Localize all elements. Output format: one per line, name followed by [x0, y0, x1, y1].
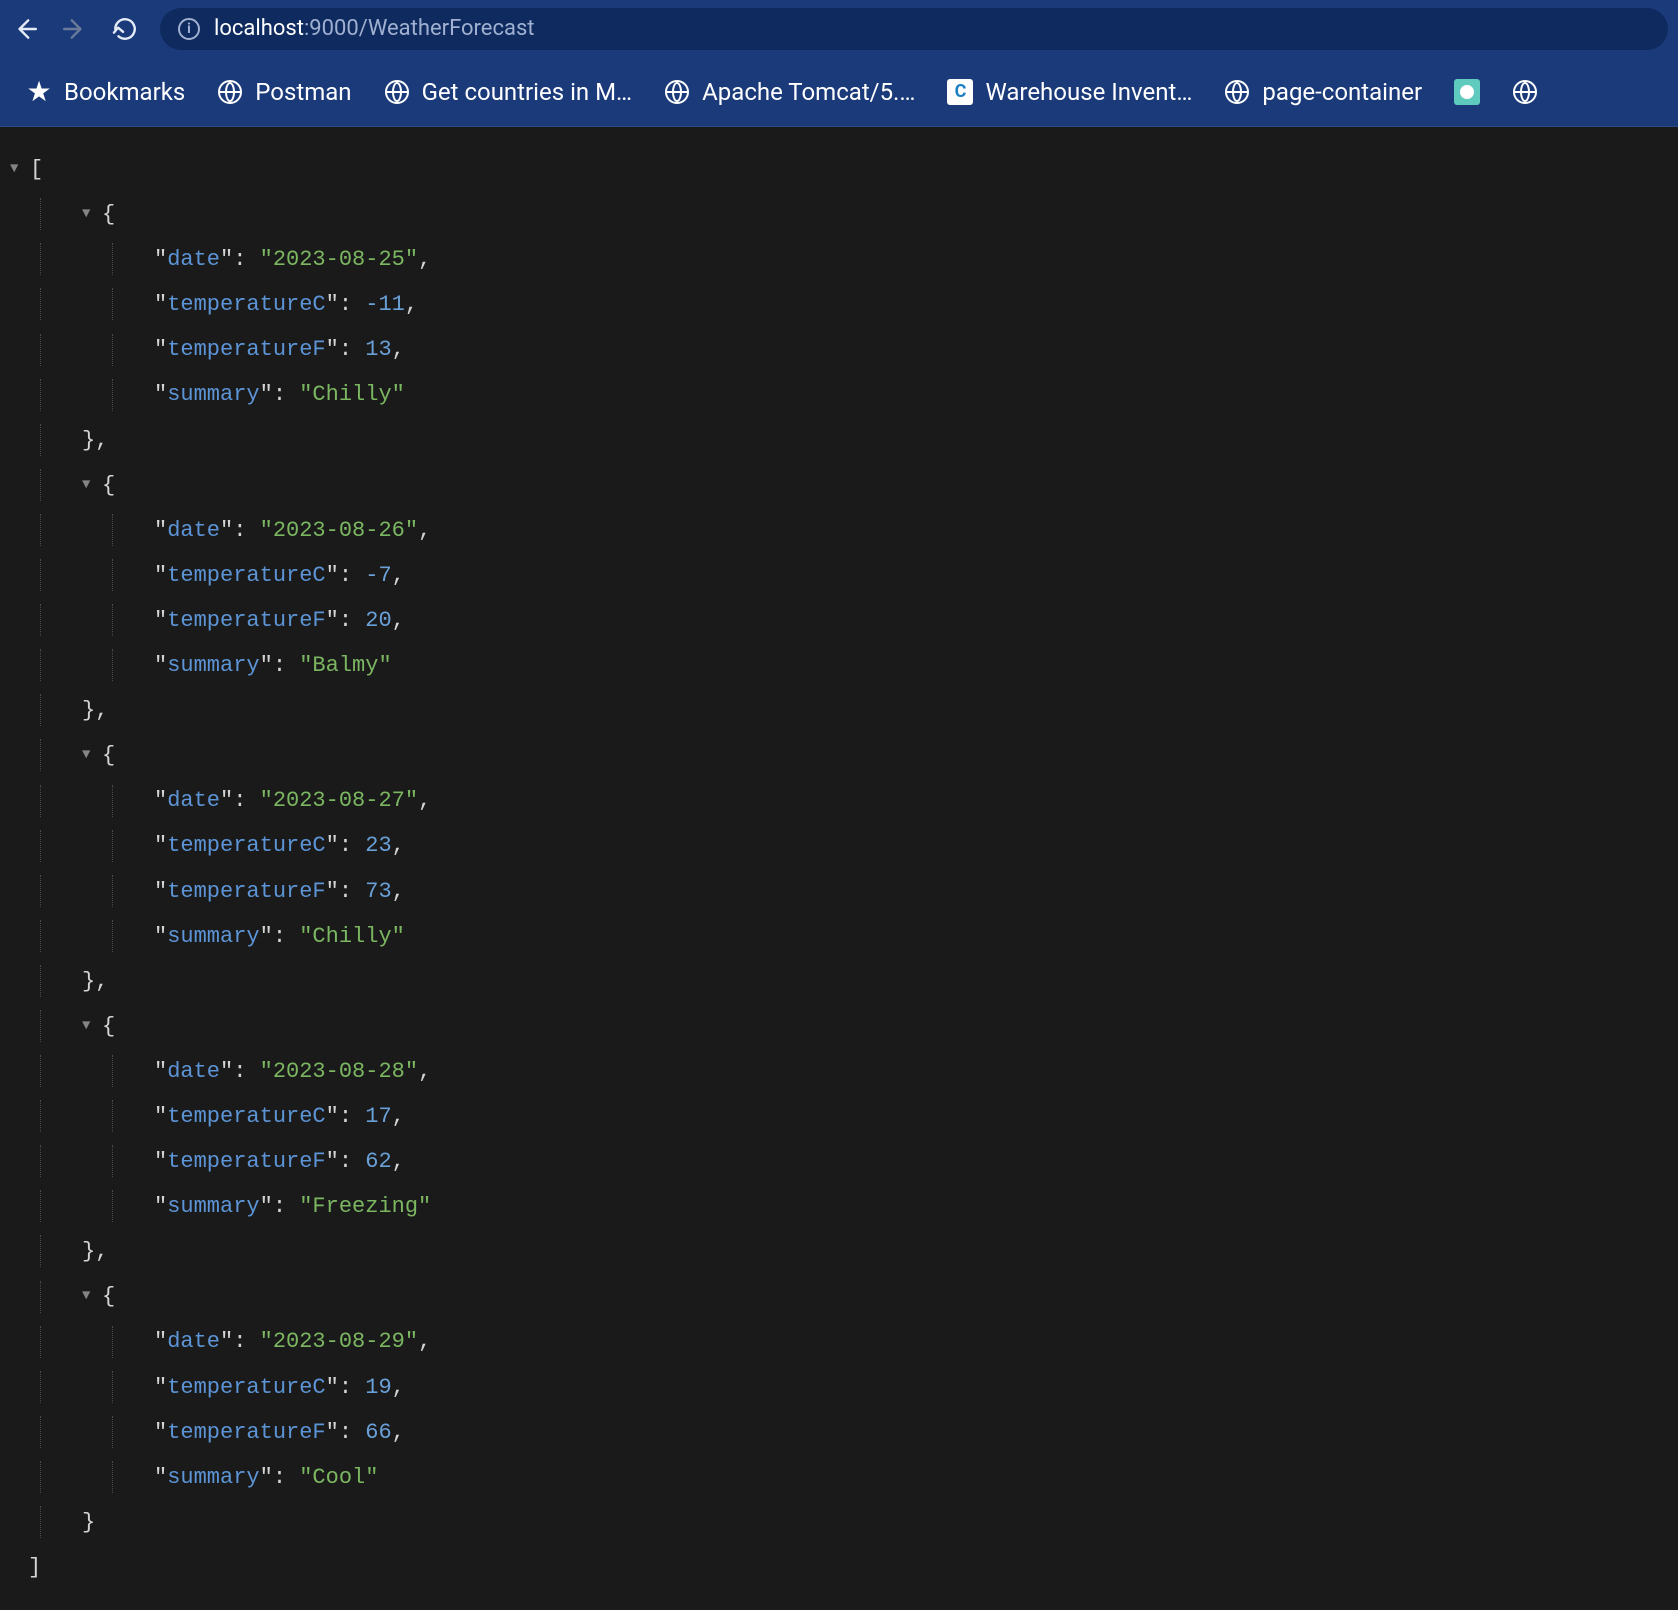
json-string-value: "2023-08-25" [260, 247, 418, 272]
bookmark-label: Get countries in M… [422, 78, 633, 106]
json-array-open: [ [30, 157, 43, 182]
json-object-open: { [102, 1014, 115, 1039]
json-number-value: 66 [365, 1420, 391, 1445]
globe-icon [1512, 79, 1538, 105]
json-number-value: 73 [365, 879, 391, 904]
json-key: temperatureC [167, 1104, 325, 1129]
url-text: localhost:9000/WeatherForecast [214, 16, 535, 41]
globe-icon [664, 79, 690, 105]
bookmark-warehouse-invent[interactable]: C Warehouse Invent… [935, 72, 1204, 112]
collapse-toggle-icon[interactable]: ▼ [10, 155, 28, 184]
json-number-value: 23 [365, 833, 391, 858]
bookmark-page-container[interactable]: page-container [1212, 72, 1434, 112]
json-key: summary [167, 382, 259, 407]
json-key: temperatureC [167, 833, 325, 858]
json-string-value: "Balmy" [299, 653, 391, 678]
bookmark-label: Bookmarks [64, 78, 185, 106]
bookmark-label: Postman [255, 78, 351, 106]
json-key: temperatureF [167, 337, 325, 362]
json-object-open: { [102, 1284, 115, 1309]
json-key: date [167, 1329, 220, 1354]
json-array-close: ] [28, 1555, 41, 1580]
json-number-value: 19 [365, 1375, 391, 1400]
json-number-value: -11 [365, 292, 405, 317]
json-object-close: }, [82, 1239, 108, 1264]
collapse-toggle-icon[interactable]: ▼ [82, 200, 100, 229]
json-key: summary [167, 1194, 259, 1219]
json-key: temperatureF [167, 1149, 325, 1174]
bookmark-label: page-container [1262, 78, 1422, 106]
site-info-icon[interactable]: i [178, 18, 200, 40]
star-icon: ★ [26, 79, 52, 105]
back-button[interactable] [10, 14, 40, 44]
json-key: summary [167, 1465, 259, 1490]
bookmark-icon-only-1[interactable] [1442, 73, 1492, 111]
json-number-value: 17 [365, 1104, 391, 1129]
json-string-value: "2023-08-26" [260, 518, 418, 543]
reload-icon [112, 16, 138, 42]
bookmark-get-countries[interactable]: Get countries in M… [372, 72, 645, 112]
json-number-value: 20 [365, 608, 391, 633]
bookmarks-bar: ★ Bookmarks Postman Get countries in M… … [0, 57, 1678, 127]
json-key: temperatureF [167, 1420, 325, 1445]
collapse-toggle-icon[interactable]: ▼ [82, 741, 100, 770]
bookmark-bookmarks[interactable]: ★ Bookmarks [14, 72, 197, 112]
json-key: temperatureC [167, 1375, 325, 1400]
json-key: date [167, 518, 220, 543]
bookmark-label: Warehouse Invent… [985, 78, 1192, 106]
json-object-open: { [102, 202, 115, 227]
collapse-toggle-icon[interactable]: ▼ [82, 1282, 100, 1311]
json-object-close: }, [82, 969, 108, 994]
collapse-toggle-icon[interactable]: ▼ [82, 471, 100, 500]
json-key: temperatureF [167, 879, 325, 904]
json-string-value: "Chilly" [299, 382, 405, 407]
bookmark-label: Apache Tomcat/5.… [702, 78, 915, 106]
bookmark-icon-only-2[interactable] [1500, 73, 1550, 111]
json-key: temperatureF [167, 608, 325, 633]
json-number-value: -7 [365, 563, 391, 588]
browser-toolbar: i localhost:9000/WeatherForecast [0, 0, 1678, 57]
json-key: summary [167, 653, 259, 678]
app-icon: C [947, 79, 973, 105]
json-object-open: { [102, 473, 115, 498]
arrow-left-icon [12, 16, 38, 42]
json-string-value: "2023-08-28" [260, 1059, 418, 1084]
globe-icon [384, 79, 410, 105]
json-key: temperatureC [167, 292, 325, 317]
json-key: temperatureC [167, 563, 325, 588]
collapse-toggle-icon[interactable]: ▼ [82, 1012, 100, 1041]
json-string-value: "2023-08-27" [260, 788, 418, 813]
bookmark-postman[interactable]: Postman [205, 72, 363, 112]
json-key: date [167, 788, 220, 813]
json-number-value: 13 [365, 337, 391, 362]
globe-icon [217, 79, 243, 105]
json-string-value: "Chilly" [299, 924, 405, 949]
address-bar[interactable]: i localhost:9000/WeatherForecast [160, 8, 1668, 50]
arrow-right-icon [62, 16, 88, 42]
json-object-close: }, [82, 698, 108, 723]
json-key: date [167, 247, 220, 272]
json-string-value: "Cool" [299, 1465, 378, 1490]
json-string-value: "Freezing" [299, 1194, 431, 1219]
globe-icon [1224, 79, 1250, 105]
reload-button[interactable] [110, 14, 140, 44]
bookmark-apache-tomcat[interactable]: Apache Tomcat/5.… [652, 72, 927, 112]
json-key: date [167, 1059, 220, 1084]
json-object-close: } [82, 1510, 95, 1535]
json-viewer: ▼[▼{"date": "2023-08-25","temperatureC":… [0, 127, 1678, 1610]
json-key: summary [167, 924, 259, 949]
app-icon [1454, 79, 1480, 105]
json-object-close: }, [82, 428, 108, 453]
json-object-open: { [102, 743, 115, 768]
forward-button[interactable] [60, 14, 90, 44]
json-string-value: "2023-08-29" [260, 1329, 418, 1354]
json-number-value: 62 [365, 1149, 391, 1174]
